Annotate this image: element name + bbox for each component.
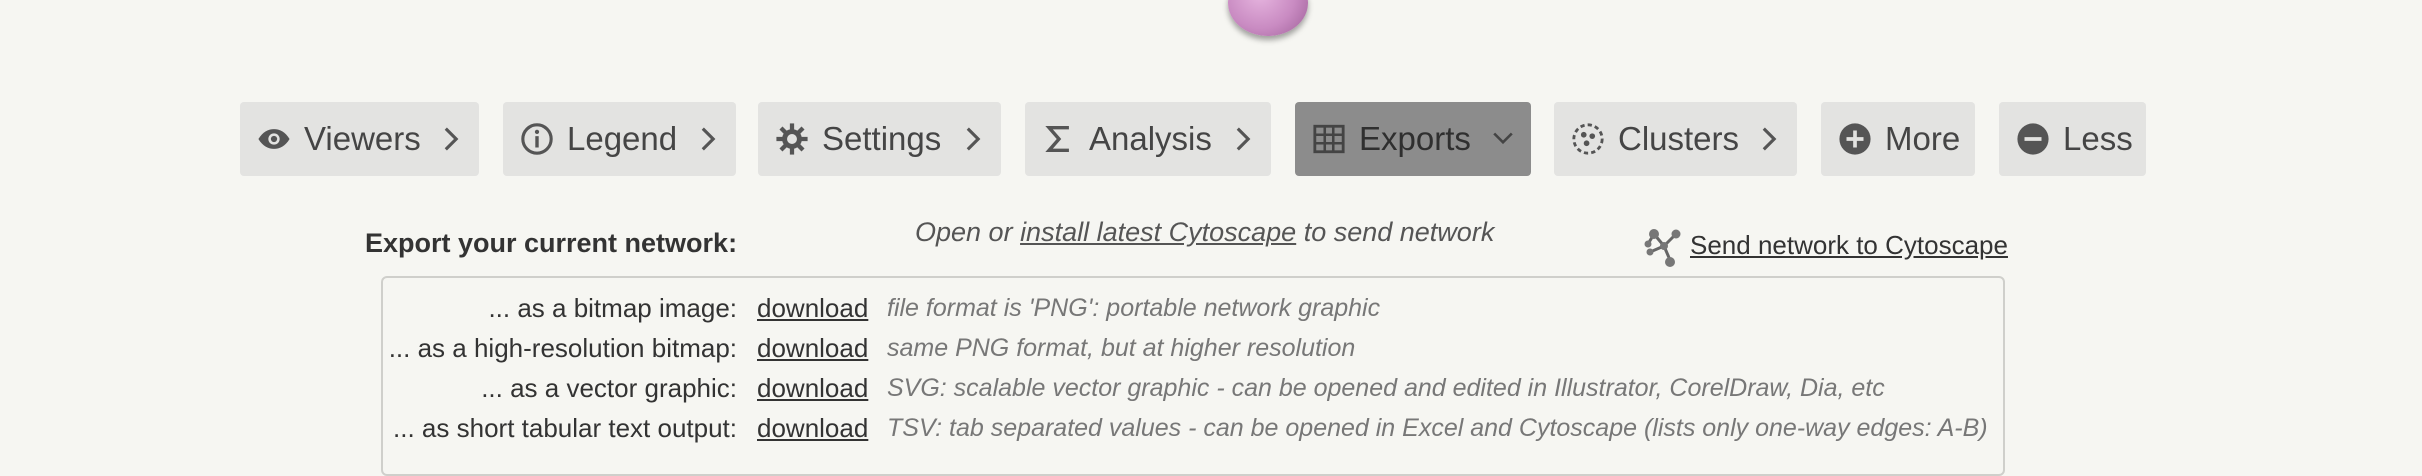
- export-row-vector: ... as a vector graphic: download SVG: s…: [383, 368, 2007, 408]
- export-row-label: ... as a vector graphic:: [481, 372, 737, 403]
- export-row-label: ... as a bitmap image:: [488, 292, 737, 323]
- tab-analysis[interactable]: Analysis: [1025, 102, 1271, 176]
- download-vector-link[interactable]: download: [757, 373, 868, 404]
- export-row-description: TSV: tab separated values - can be opene…: [887, 413, 1988, 442]
- more-button-label: More: [1885, 120, 1961, 157]
- send-to-cytoscape-link[interactable]: Send network to Cytoscape: [1640, 220, 2008, 270]
- tab-exports[interactable]: Exports: [1295, 102, 1531, 176]
- chevron-down-icon: [1491, 125, 1515, 153]
- export-row-description: SVG: scalable vector graphic - can be op…: [887, 373, 1885, 402]
- tab-settings-label: Settings: [822, 120, 942, 157]
- tab-legend[interactable]: Legend: [503, 102, 736, 176]
- open-cytoscape-note: Open or install latest Cytoscape to send…: [915, 217, 1494, 248]
- menu-toolbar: Viewers Legend Settings Analysis Exports: [0, 102, 2422, 176]
- export-heading: Export your current network:: [365, 228, 738, 258]
- gear-icon: [774, 121, 810, 157]
- tab-legend-label: Legend: [567, 120, 678, 157]
- download-bitmap-link[interactable]: download: [757, 293, 868, 324]
- network-share-icon: [1644, 229, 1681, 267]
- network-app-logo[interactable]: [1228, 0, 1308, 36]
- eye-icon: [256, 121, 292, 157]
- export-row-tabular: ... as short tabular text output: downlo…: [383, 408, 2007, 448]
- open-suffix: to send network: [1296, 217, 1495, 247]
- chevron-right-icon: [961, 125, 985, 153]
- tab-settings[interactable]: Settings: [758, 102, 1001, 176]
- chevron-right-icon: [439, 125, 463, 153]
- tab-viewers-label: Viewers: [304, 120, 421, 157]
- download-hires-bitmap-link[interactable]: download: [757, 333, 868, 364]
- tab-clusters-label: Clusters: [1618, 120, 1740, 157]
- tab-analysis-label: Analysis: [1089, 120, 1212, 157]
- download-tabular-link[interactable]: download: [757, 413, 868, 444]
- export-row-label: ... as a high-resolution bitmap:: [388, 332, 737, 363]
- export-options-panel: ... as a bitmap image: download file for…: [381, 276, 2005, 476]
- minus-circle-icon: [2015, 121, 2051, 157]
- tab-clusters[interactable]: Clusters: [1554, 102, 1797, 176]
- clusters-icon: [1570, 121, 1606, 157]
- chevron-right-icon: [696, 125, 720, 153]
- export-row-bitmap: ... as a bitmap image: download file for…: [383, 288, 2007, 328]
- export-row-label: ... as short tabular text output:: [393, 412, 737, 443]
- chevron-right-icon: [1231, 125, 1255, 153]
- sigma-icon: [1041, 121, 1077, 157]
- send-to-cytoscape-label: Send network to Cytoscape: [1690, 229, 2008, 260]
- open-prefix: Open or: [915, 217, 1021, 247]
- less-button[interactable]: Less: [1999, 102, 2146, 176]
- tab-exports-label: Exports: [1359, 120, 1471, 157]
- more-button[interactable]: More: [1821, 102, 1975, 176]
- install-cytoscape-link[interactable]: install latest Cytoscape: [1020, 217, 1296, 247]
- chevron-right-icon: [1757, 125, 1781, 153]
- export-row-description: same PNG format, but at higher resolutio…: [887, 333, 1356, 362]
- export-row-hires-bitmap: ... as a high-resolution bitmap: downloa…: [383, 328, 2007, 368]
- plus-circle-icon: [1837, 121, 1873, 157]
- tab-viewers[interactable]: Viewers: [240, 102, 479, 176]
- less-button-label: Less: [2063, 120, 2133, 157]
- info-icon: [519, 121, 555, 157]
- table-icon: [1311, 121, 1347, 157]
- export-row-description: file format is 'PNG': portable network g…: [887, 293, 1381, 322]
